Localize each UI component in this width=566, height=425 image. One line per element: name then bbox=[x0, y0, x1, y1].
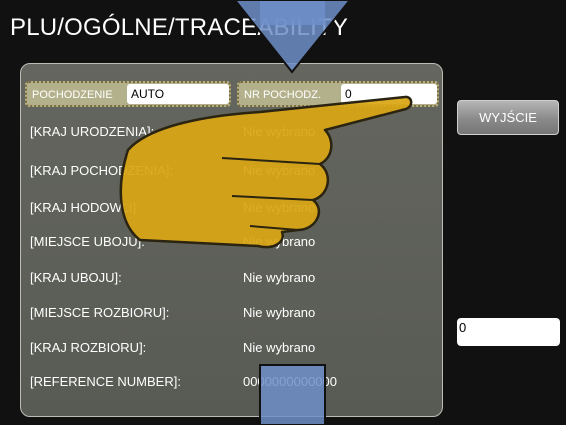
row-label-slaughter-country: [KRAJ UBOJU]: bbox=[30, 270, 122, 285]
row-value-slaughter-place[interactable]: Nie wybrano bbox=[243, 234, 315, 249]
side-value-input[interactable]: 0 bbox=[457, 318, 560, 346]
row-value-cutting-country[interactable]: Nie wybrano bbox=[243, 340, 315, 355]
origin-number-value[interactable]: 0 bbox=[341, 84, 437, 104]
origin-number-label: NR POCHODZ. bbox=[244, 89, 321, 101]
row-label-cutting-country: [KRAJ ROZBIORU]: bbox=[30, 340, 147, 355]
row-label-cutting-place: [MIEJSCE ROZBIORU]: bbox=[30, 305, 170, 320]
exit-button[interactable]: WYJŚCIE bbox=[457, 100, 559, 135]
origin-field-value[interactable]: AUTO bbox=[127, 84, 229, 104]
origin-number-field[interactable]: NR POCHODZ. 0 bbox=[237, 81, 439, 107]
row-label-rearing-country: [KRAJ HODOWLI]: bbox=[30, 200, 140, 215]
row-value-birth-country[interactable]: Nie wybrano bbox=[243, 124, 315, 139]
row-label-slaughter-place: [MIEJSCE UBOJU]: bbox=[30, 234, 145, 249]
row-label-birth-country: [KRAJ URODZENIA]: bbox=[30, 124, 155, 139]
row-label-reference-number: [REFERENCE NUMBER]: bbox=[30, 374, 181, 389]
row-value-reference-number[interactable]: 0000000000000 bbox=[243, 374, 337, 389]
row-value-cutting-place[interactable]: Nie wybrano bbox=[243, 305, 315, 320]
origin-field-label: POCHODZENIE bbox=[32, 89, 113, 101]
row-value-rearing-country[interactable]: Nie wybrano bbox=[243, 200, 315, 215]
row-value-slaughter-country[interactable]: Nie wybrano bbox=[243, 270, 315, 285]
origin-field[interactable]: POCHODZENIE AUTO bbox=[25, 81, 231, 107]
row-value-origin-country[interactable]: Nie wybrano bbox=[243, 163, 315, 178]
page-title: PLU/OGÓLNE/TRACEABILITY bbox=[10, 14, 349, 41]
row-label-origin-country: [KRAJ POCHODZENIA]: bbox=[30, 163, 174, 178]
